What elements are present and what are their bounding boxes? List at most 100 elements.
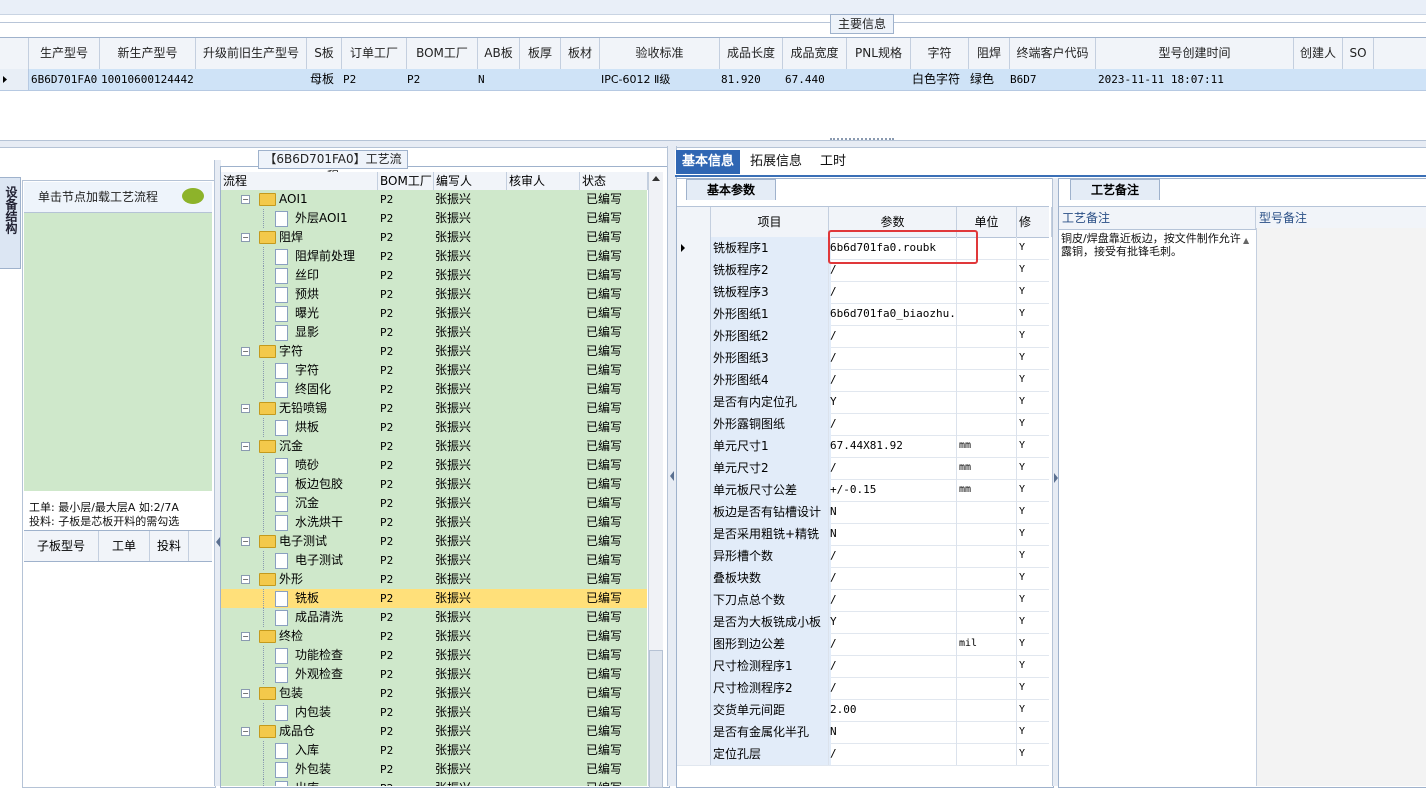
param-row[interactable]: 是否为大板铣成小板 Y Y: [677, 611, 1049, 634]
param-value[interactable]: N: [829, 523, 958, 545]
param-row[interactable]: 定位孔层 / Y: [677, 743, 1049, 766]
collapse-node-icon[interactable]: −: [241, 195, 250, 204]
flow-row[interactable]: 字符 P2 张振兴 已编写: [221, 361, 647, 381]
param-value[interactable]: /: [829, 457, 958, 479]
param-value[interactable]: N: [829, 721, 958, 743]
flow-row[interactable]: − 包装 P2 张振兴 已编写: [221, 684, 647, 704]
col-client-code[interactable]: 终端客户代码: [1010, 38, 1096, 69]
param-row[interactable]: 叠板块数 / Y: [677, 567, 1049, 590]
flow-row[interactable]: 丝印 P2 张振兴 已编写: [221, 266, 647, 286]
param-row[interactable]: 外形图纸1 6b6d701fa0_biaozhu... Y: [677, 303, 1049, 326]
flow-row[interactable]: 铣板 P2 张振兴 已编写: [221, 589, 647, 609]
param-value[interactable]: /: [829, 347, 958, 369]
col-model[interactable]: 生产型号: [29, 38, 100, 69]
col-standard[interactable]: 验收标准: [600, 38, 720, 69]
collapse-node-icon[interactable]: −: [241, 632, 250, 641]
param-row[interactable]: 交货单元间距 2.00 Y: [677, 699, 1049, 722]
col-mask[interactable]: 阻焊: [969, 38, 1010, 69]
vertical-tab-equipment[interactable]: 设备结构: [0, 177, 21, 269]
col-process-note[interactable]: 工艺备注: [1059, 207, 1256, 229]
param-value[interactable]: /: [829, 369, 958, 391]
param-value[interactable]: 67.44X81.92: [829, 435, 958, 457]
col-bom-factory[interactable]: BOM工厂: [407, 38, 478, 69]
param-value[interactable]: /: [829, 545, 958, 567]
param-row[interactable]: 铣板程序3/ Y: [677, 281, 1049, 304]
col-pnl[interactable]: PNL规格: [847, 38, 911, 69]
param-value[interactable]: /: [829, 567, 958, 589]
col-flow[interactable]: 流程: [221, 172, 378, 190]
scroll-up-icon[interactable]: [649, 172, 663, 186]
flow-row[interactable]: 沉金 P2 张振兴 已编写: [221, 494, 647, 514]
flow-row[interactable]: 板边包胶 P2 张振兴 已编写: [221, 475, 647, 495]
param-value[interactable]: /: [829, 325, 958, 347]
flow-row[interactable]: 喷砂 P2 张振兴 已编写: [221, 456, 647, 476]
flow-row[interactable]: 烘板 P2 张振兴 已编写: [221, 418, 647, 438]
col-work-order[interactable]: 工单: [99, 531, 150, 561]
flow-row[interactable]: − 字符 P2 张振兴 已编写: [221, 342, 647, 362]
col-ab-board[interactable]: AB板: [478, 38, 520, 69]
collapse-node-icon[interactable]: −: [241, 537, 250, 546]
flow-row[interactable]: − AOI1 P2 张振兴 已编写: [221, 190, 647, 210]
flow-row[interactable]: 终固化 P2 张振兴 已编写: [221, 380, 647, 400]
param-value[interactable]: /: [829, 281, 958, 303]
flow-row[interactable]: 出库 P2 张振兴 已编写: [221, 779, 647, 786]
flow-row[interactable]: − 外形 P2 张振兴 已编写: [221, 570, 647, 590]
tab-basic-info[interactable]: 基本信息: [676, 150, 741, 174]
flow-row[interactable]: 内包装 P2 张振兴 已编写: [221, 703, 647, 723]
note-scroll-up-icon[interactable]: ▲: [1243, 236, 1251, 245]
col-sub-model[interactable]: 子板型号: [24, 531, 99, 561]
flow-row[interactable]: 功能检查 P2 张振兴 已编写: [221, 646, 647, 666]
flow-row[interactable]: 预烘 P2 张振兴 已编写: [221, 285, 647, 305]
collapse-node-icon[interactable]: −: [241, 689, 250, 698]
param-row[interactable]: 是否采用粗铣+精铣 N Y: [677, 523, 1049, 546]
flow-row[interactable]: 入库 P2 张振兴 已编写: [221, 741, 647, 761]
param-row[interactable]: 单元尺寸1 67.44X81.92 mm Y: [677, 435, 1049, 458]
horizontal-splitter[interactable]: [0, 138, 1426, 148]
flow-row[interactable]: − 成品仓 P2 张振兴 已编写: [221, 722, 647, 742]
flow-row[interactable]: 水洗烘干 P2 张振兴 已编写: [221, 513, 647, 533]
param-value[interactable]: /: [829, 655, 958, 677]
collapse-node-icon[interactable]: −: [241, 575, 250, 584]
col-so[interactable]: SO: [1343, 38, 1374, 69]
param-row[interactable]: 尺寸检测程序1/ Y: [677, 655, 1049, 678]
col-flow-reviewer[interactable]: 核审人: [507, 172, 580, 190]
param-value[interactable]: 6b6d701fa0_biaozhu...: [829, 303, 958, 325]
param-value[interactable]: 2.00: [829, 699, 958, 721]
col-order-factory[interactable]: 订单工厂: [342, 38, 407, 69]
param-value[interactable]: /: [829, 413, 958, 435]
flow-row[interactable]: 电子测试 P2 张振兴 已编写: [221, 551, 647, 571]
col-length[interactable]: 成品长度: [720, 38, 783, 69]
col-model-note[interactable]: 型号备注: [1256, 207, 1425, 229]
col-s-board[interactable]: S板: [307, 38, 342, 69]
param-row[interactable]: 单元尺寸2/mm Y: [677, 457, 1049, 480]
param-row[interactable]: 外形图纸4/ Y: [677, 369, 1049, 392]
collapse-node-icon[interactable]: −: [241, 442, 250, 451]
param-row[interactable]: 下刀点总个数 / Y: [677, 589, 1049, 612]
flow-row[interactable]: − 无铅喷锡 P2 张振兴 已编写: [221, 399, 647, 419]
col-old-model[interactable]: 升级前旧生产型号: [196, 38, 307, 69]
flow-row[interactable]: 外层AOI1 P2 张振兴 已编写: [221, 209, 647, 229]
collapse-node-icon[interactable]: −: [241, 727, 250, 736]
param-value[interactable]: N: [829, 501, 958, 523]
col-created[interactable]: 型号创建时间: [1096, 38, 1294, 69]
param-row[interactable]: 是否有金属化半孔 N Y: [677, 721, 1049, 744]
flow-row[interactable]: − 终检 P2 张振兴 已编写: [221, 627, 647, 647]
param-value[interactable]: Y: [829, 391, 958, 413]
param-row[interactable]: 板边是否有钻槽设计 N Y: [677, 501, 1049, 524]
param-value[interactable]: /: [829, 743, 958, 765]
flow-row[interactable]: 外观检查 P2 张振兴 已编写: [221, 665, 647, 685]
flow-row[interactable]: − 沉金 P2 张振兴 已编写: [221, 437, 647, 457]
param-row[interactable]: 异形槽个数 / Y: [677, 545, 1049, 568]
flow-row[interactable]: 外包装 P2 张振兴 已编写: [221, 760, 647, 780]
flow-row[interactable]: 曝光 P2 张振兴 已编写: [221, 304, 647, 324]
flow-scroll-thumb[interactable]: [649, 650, 663, 788]
flow-row[interactable]: 显影 P2 张振兴 已编写: [221, 323, 647, 343]
node-tree-area[interactable]: [24, 212, 212, 491]
col-creator[interactable]: 创建人: [1294, 38, 1343, 69]
col-item[interactable]: 项目: [711, 207, 829, 237]
param-row[interactable]: 外形图纸3/ Y: [677, 347, 1049, 370]
param-row[interactable]: 外形图纸2/ Y: [677, 325, 1049, 348]
param-value[interactable]: /: [829, 677, 958, 699]
param-row[interactable]: 是否有内定位孔 Y Y: [677, 391, 1049, 414]
col-feed[interactable]: 投料: [150, 531, 189, 561]
